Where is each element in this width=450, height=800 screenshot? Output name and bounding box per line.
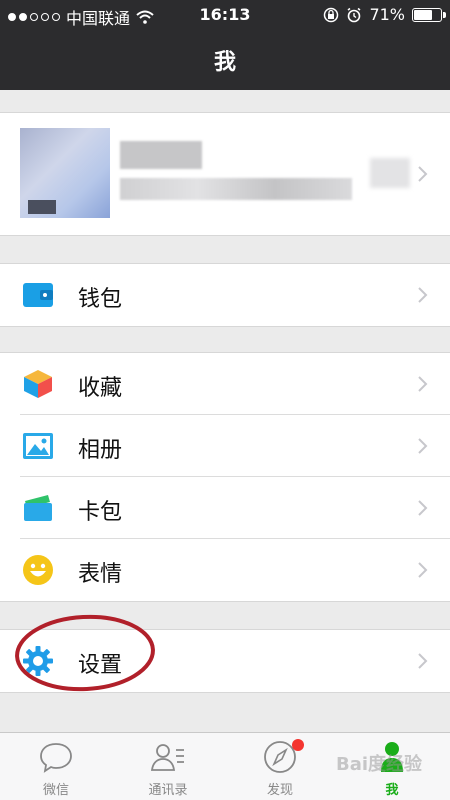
page-title: 我 [213, 50, 236, 75]
tab-chats-label: 微信 [42, 783, 69, 798]
tab-discover-label: 发现 [266, 783, 293, 798]
menu-item-wallet[interactable]: 钱包 [0, 264, 450, 326]
wechat-id-blurred [120, 178, 352, 200]
chevron-right-icon [418, 287, 428, 303]
stickers-label: 表情 [78, 562, 123, 587]
tab-contacts[interactable]: 通讯录 [112, 733, 224, 800]
nav-bar: 我 [0, 30, 450, 90]
chat-bubble-icon [40, 743, 72, 773]
menu-item-album[interactable]: 相册 [0, 415, 450, 477]
photo-album-icon [23, 433, 53, 459]
contacts-icon [150, 744, 184, 771]
chevron-right-icon [418, 438, 428, 454]
card-package-icon [24, 495, 52, 521]
cards-label: 卡包 [78, 500, 123, 525]
status-bar: 中国联通 16:13 71% [0, 0, 450, 30]
menu-item-favorites[interactable]: 收藏 [0, 353, 450, 415]
tab-contacts-label: 通讯录 [148, 783, 188, 798]
menu-item-stickers[interactable]: 表情 [0, 539, 450, 601]
battery-percent: 71% [369, 5, 405, 24]
chevron-right-icon [418, 376, 428, 392]
settings-label: 设置 [78, 653, 123, 678]
avatar[interactable] [20, 128, 110, 218]
notification-badge [292, 739, 304, 751]
chevron-right-icon [418, 500, 428, 516]
menu-item-settings[interactable]: 设置 [0, 630, 450, 692]
battery-level-fill [414, 9, 433, 20]
album-label: 相册 [78, 438, 123, 463]
menu-item-cards[interactable]: 卡包 [0, 477, 450, 539]
tab-me-label: 我 [385, 783, 399, 798]
chevron-right-icon [418, 166, 428, 182]
wallet-icon [23, 283, 53, 307]
status-right: 71% [323, 5, 446, 24]
gear-icon [23, 646, 53, 676]
favorites-label: 收藏 [78, 376, 123, 401]
chevron-right-icon [418, 562, 428, 578]
watermark-logo: Bai度经验 [336, 754, 423, 775]
chevron-right-icon [418, 653, 428, 669]
nickname-blurred [120, 141, 202, 169]
qr-code-blurred[interactable] [370, 158, 410, 188]
battery-icon [412, 7, 446, 22]
tab-chats[interactable]: 微信 [0, 733, 112, 800]
alarm-icon [347, 7, 361, 22]
wallet-label: 钱包 [78, 287, 123, 312]
favorites-cube-icon [24, 370, 52, 398]
rotation-lock-icon [324, 7, 339, 22]
smiley-sticker-icon [23, 555, 53, 585]
tab-discover[interactable]: 发现 [224, 733, 336, 800]
